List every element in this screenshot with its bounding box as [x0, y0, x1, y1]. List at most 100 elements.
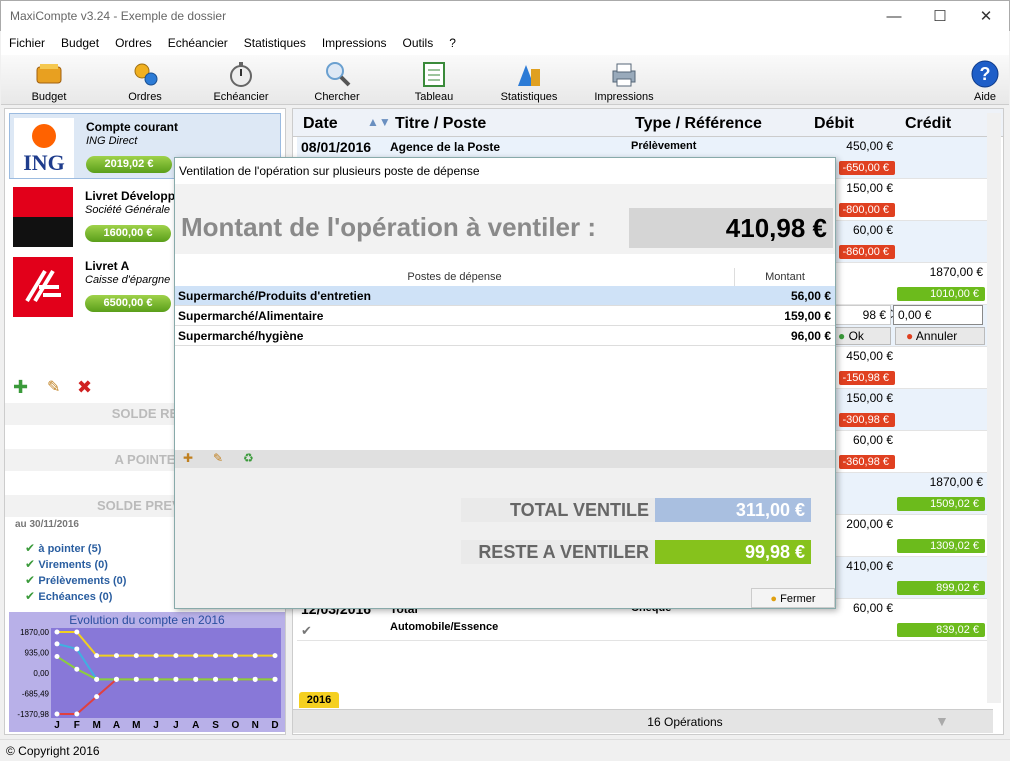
menu-fichier[interactable]: Fichier	[1, 31, 53, 50]
x-tick-label: A	[192, 720, 199, 731]
data-point	[94, 653, 100, 659]
toolbar-ordres-button[interactable]: Ordres	[119, 55, 171, 105]
col-debit[interactable]: Débit	[814, 113, 854, 135]
balance-badge: 1010,00 €	[897, 287, 985, 301]
chart-icon	[518, 65, 540, 86]
ok-icon: ●	[838, 329, 846, 343]
data-point	[54, 711, 60, 717]
link-prelevements[interactable]: ✔ Prélèvements (0)	[25, 573, 126, 589]
menu-echeancier[interactable]: Echéancier	[160, 31, 236, 50]
account-balance: 2019,02 €	[86, 156, 172, 173]
toolbar-impressions-button[interactable]: Impressions	[591, 55, 657, 105]
wallet-icon	[36, 64, 62, 84]
cancel-icon: ●	[906, 329, 914, 343]
data-point	[94, 676, 100, 682]
data-point	[113, 676, 119, 682]
ventilation-row[interactable]: Supermarché/Alimentaire 159,00 €	[175, 306, 835, 326]
notepad-icon	[423, 62, 445, 87]
ventilation-row[interactable]: Supermarché/hygiène 96,00 €	[175, 326, 835, 346]
filter-icon[interactable]: ▼	[935, 713, 949, 729]
evolution-chart: Evolution du compte en 2016 1870,00 935,0…	[9, 612, 285, 732]
edit-icon[interactable]: ✎	[47, 377, 60, 397]
toolbar-tableau-button[interactable]: Tableau	[407, 55, 461, 105]
row-credit: 1870,00 €	[929, 265, 983, 279]
balance-badge: -360,98 €	[839, 455, 895, 469]
x-tick-label: D	[271, 720, 278, 731]
data-point	[153, 653, 159, 659]
col-type[interactable]: Type / Référence	[635, 113, 762, 135]
data-point	[54, 629, 60, 635]
vertical-scrollbar[interactable]	[987, 113, 1001, 703]
ventilation-row[interactable]: Supermarché/Produits d'entretien 56,00 €	[175, 286, 835, 306]
col-montant: Montant	[765, 271, 805, 283]
col-titre[interactable]: Titre / Poste	[395, 113, 486, 135]
maximize-button[interactable]: ☐	[917, 1, 963, 32]
menu-statistiques[interactable]: Statistiques	[236, 31, 314, 50]
toolbar: Budget Ordres Echéancier Chercher Tablea…	[1, 55, 1009, 105]
x-tick-label: J	[173, 720, 179, 731]
svg-text:ING: ING	[23, 150, 65, 175]
dialog-toolbar: ✚ ✎ ♻	[175, 450, 835, 468]
row-type: Prélèvement	[631, 140, 697, 152]
link-echeances[interactable]: ✔ Echéances (0)	[25, 589, 126, 605]
balance-badge: 1509,02 €	[897, 497, 985, 511]
toolbar-statistiques-button[interactable]: Statistiques	[497, 55, 561, 105]
menu-help[interactable]: ?	[441, 31, 464, 50]
total-value: 311,00 €	[655, 498, 811, 522]
col-credit[interactable]: Crédit	[905, 113, 951, 135]
menu-outils[interactable]: Outils	[395, 31, 442, 50]
account-balance: 6500,00 €	[85, 295, 171, 312]
add-icon[interactable]: ✚	[13, 377, 28, 398]
fermer-button[interactable]: ● Fermer	[751, 588, 835, 608]
account-name: Compte courant	[86, 120, 179, 134]
data-point	[74, 646, 80, 652]
close-button[interactable]: ✕	[963, 1, 1009, 32]
balance-badge: -650,00 €	[839, 161, 895, 175]
data-point	[232, 653, 238, 659]
delete-icon[interactable]: ✖	[77, 377, 92, 398]
cancel-button[interactable]: ● Annuler	[895, 327, 985, 345]
data-point	[193, 676, 199, 682]
toolbar-echeancier-button[interactable]: Echéancier	[209, 55, 273, 105]
sort-icon[interactable]: ▲▼	[367, 115, 391, 129]
row-title: Agence de la Poste	[390, 140, 501, 154]
balance-badge: 899,02 €	[897, 581, 985, 595]
edit-line-icon[interactable]: ✎	[213, 451, 223, 465]
toolbar-aide-button[interactable]: ? Aide	[967, 55, 1003, 105]
col-date[interactable]: Date	[303, 113, 338, 135]
caisse-epargne-logo	[13, 257, 73, 317]
reste-value: 99,98 €	[655, 540, 811, 564]
menu-ordres[interactable]: Ordres	[107, 31, 160, 50]
menu-impressions[interactable]: Impressions	[314, 31, 395, 50]
menu-budget[interactable]: Budget	[53, 31, 107, 50]
data-point	[272, 653, 278, 659]
credit-edit-field[interactable]: 0,00 €	[893, 305, 983, 325]
totals-section: TOTAL VENTILE 311,00 € RESTE A VENTILER …	[175, 468, 835, 608]
data-point	[173, 653, 179, 659]
y-tick-label: 0,00	[33, 669, 49, 678]
stopwatch-icon	[230, 62, 252, 87]
year-tab[interactable]: 2016	[299, 692, 339, 708]
ok-button[interactable]: ● Ok	[833, 327, 891, 345]
balance-badge: -300,98 €	[839, 413, 895, 427]
add-line-icon[interactable]: ✚	[183, 451, 193, 465]
link-a-pointer[interactable]: ✔ à pointer (5)	[25, 541, 126, 557]
x-tick-label: F	[74, 720, 80, 731]
data-point	[94, 694, 100, 700]
data-point	[213, 653, 219, 659]
data-point	[74, 629, 80, 635]
chart-title: Evolution du compte en 2016	[69, 613, 225, 627]
recycle-icon[interactable]: ♻	[243, 451, 254, 465]
minimize-button[interactable]: —	[871, 1, 917, 32]
pending-links: ✔ à pointer (5) ✔ Virements (0) ✔ Prélèv…	[25, 541, 126, 605]
checkmark-icon[interactable]: ✔	[301, 623, 312, 639]
svg-text:?: ?	[980, 64, 991, 84]
data-point	[113, 653, 119, 659]
menu-bar: Fichier Budget Ordres Echéancier Statistique…	[1, 31, 1009, 55]
copyright: © Copyright 2016	[6, 744, 100, 758]
link-virements[interactable]: ✔ Virements (0)	[25, 557, 126, 573]
toolbar-chercher-button[interactable]: Chercher	[309, 55, 365, 105]
x-tick-label: J	[54, 720, 60, 731]
toolbar-budget-button[interactable]: Budget	[23, 55, 75, 105]
account-balance: 1600,00 €	[85, 225, 171, 242]
